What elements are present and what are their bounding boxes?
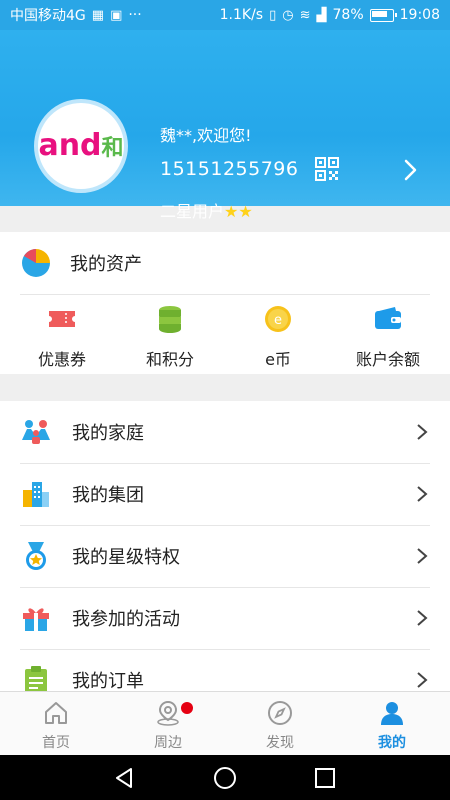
member-level: 二星用户★★ <box>160 198 253 222</box>
tab-label: 我的 <box>378 735 406 751</box>
menu-item-family[interactable]: 我的家庭 <box>20 401 430 464</box>
asset-label: 优惠券 <box>37 350 86 369</box>
logo-he: 和 <box>101 136 124 161</box>
menu-label: 我的星级特权 <box>72 547 180 568</box>
signal-icon: ▦ <box>91 7 105 23</box>
avatar[interactable]: and 和 <box>34 99 128 193</box>
tab-label: 首页 <box>42 735 70 751</box>
clipboard-icon <box>25 666 47 691</box>
menu-list: 我的家庭 我的集团 我的星级特权 我参加的活动 我的订单 <box>0 401 450 691</box>
qr-code-icon[interactable] <box>315 157 339 181</box>
asset-label: e币 <box>265 350 291 369</box>
pie-chart-icon <box>22 249 50 277</box>
back-icon[interactable] <box>113 766 137 790</box>
tab-label: 周边 <box>154 735 182 751</box>
status-bar: 中国移动4G ▦ ▣ ··· 1.1K/s ▯ ◷ ≋ ▟ 78% 19:08 <box>0 0 450 30</box>
and-logo: and <box>38 128 102 163</box>
battery-icon <box>369 8 397 22</box>
menu-label: 我的家庭 <box>72 423 144 444</box>
svg-text:e: e <box>274 313 282 328</box>
tab-nearby[interactable]: 周边 <box>112 700 224 752</box>
chevron-right-icon <box>417 548 428 564</box>
phone-number: 15151255796 <box>160 158 299 180</box>
member-level-text: 二星用户 <box>160 202 225 221</box>
home-button-icon[interactable] <box>213 766 237 790</box>
assets-card: 我的资产 优惠券 和积分 e e币 账户余额 <box>0 232 450 374</box>
ticket-icon <box>49 311 75 327</box>
menu-label: 我的集团 <box>72 485 144 506</box>
menu-item-star-privileges[interactable]: 我的星级特权 <box>20 525 430 588</box>
assets-header[interactable]: 我的资产 <box>20 232 430 295</box>
asset-label: 和积分 <box>145 350 194 369</box>
chevron-right-icon <box>417 486 428 502</box>
asset-ecoin[interactable]: e e币 <box>222 302 334 372</box>
assets-title: 我的资产 <box>70 254 142 275</box>
clock: 19:08 <box>399 7 440 23</box>
menu-label: 我的订单 <box>72 671 144 691</box>
tab-mine[interactable]: 我的 <box>336 700 448 752</box>
chevron-right-icon[interactable] <box>400 158 420 182</box>
family-icon <box>22 420 50 444</box>
cell-signal-icon: ▟ <box>316 7 327 23</box>
star-rating: ★★ <box>224 202 253 221</box>
location-icon <box>157 700 179 726</box>
welcome-text: 魏**,欢迎您! <box>160 126 252 145</box>
asset-coupon[interactable]: 优惠券 <box>6 302 118 372</box>
more-indicator: ··· <box>128 7 142 23</box>
asset-balance[interactable]: 账户余额 <box>332 302 444 372</box>
menu-item-group[interactable]: 我的集团 <box>20 463 430 526</box>
medal-icon <box>26 542 46 570</box>
coins-icon <box>159 306 181 333</box>
chevron-right-icon <box>417 610 428 626</box>
person-icon <box>381 702 403 725</box>
bottom-tab-bar: 首页 周边 发现 我的 <box>0 691 450 755</box>
tab-label: 发现 <box>266 735 294 751</box>
compass-icon <box>268 701 292 725</box>
system-nav-bar <box>0 755 450 800</box>
vibrate-icon: ▯ <box>269 7 277 23</box>
gift-icon <box>23 608 49 631</box>
carrier-label: 中国移动4G <box>10 8 86 24</box>
menu-label: 我参加的活动 <box>72 609 180 630</box>
ecoin-icon: e <box>265 306 291 332</box>
home-icon <box>45 702 67 724</box>
asset-points[interactable]: 和积分 <box>114 302 226 372</box>
tab-home[interactable]: 首页 <box>0 700 112 752</box>
app-icon: ▣ <box>110 7 123 23</box>
battery-percent: 78% <box>332 7 364 23</box>
network-speed: 1.1K/s <box>219 7 264 23</box>
notification-dot <box>181 702 193 714</box>
menu-item-activities[interactable]: 我参加的活动 <box>20 587 430 650</box>
menu-item-orders[interactable]: 我的订单 <box>20 649 430 691</box>
chevron-right-icon <box>417 424 428 440</box>
alarm-icon: ◷ <box>282 7 294 23</box>
profile-header[interactable]: and 和 魏**,欢迎您! 15151255796 二星用户★★ <box>0 30 450 221</box>
wifi-icon: ≋ <box>299 7 311 23</box>
chevron-right-icon <box>417 672 428 688</box>
recent-apps-icon[interactable] <box>313 766 337 790</box>
tab-discover[interactable]: 发现 <box>224 700 336 752</box>
buildings-icon <box>23 482 49 507</box>
wallet-icon <box>375 307 401 329</box>
asset-label: 账户余额 <box>355 350 420 369</box>
